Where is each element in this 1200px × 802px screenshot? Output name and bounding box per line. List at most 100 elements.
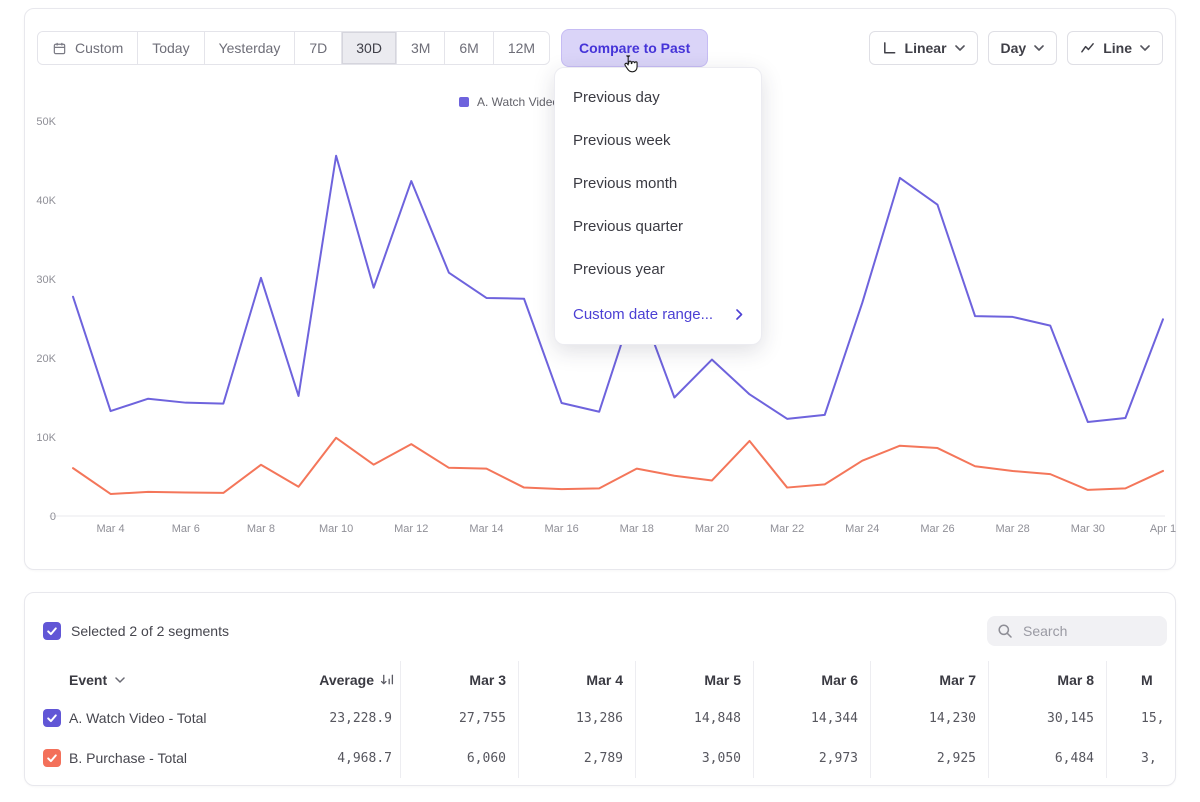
cell-value: 27,755 (401, 698, 519, 738)
column-header-event[interactable]: Event (25, 661, 287, 698)
svg-text:Mar 20: Mar 20 (695, 523, 729, 535)
scale-select[interactable]: Linear (869, 31, 978, 65)
svg-text:Mar 12: Mar 12 (394, 523, 428, 535)
cell-value: 30,145 (989, 698, 1107, 738)
cell-average: 23,228.9 (287, 698, 401, 738)
menu-item-previous-day[interactable]: Previous day (555, 76, 761, 119)
cell-value: 2,925 (871, 738, 989, 778)
chevron-down-icon (1140, 45, 1150, 51)
calendar-icon (52, 41, 67, 56)
search-icon (997, 623, 1013, 639)
column-header-average[interactable]: Average (287, 661, 401, 698)
sort-icon (380, 672, 395, 687)
cell-value: 2,973 (754, 738, 871, 778)
cell-value: 6,484 (989, 738, 1107, 778)
svg-text:Mar 24: Mar 24 (845, 523, 879, 535)
event-header-label: Event (69, 672, 107, 688)
line-chart-icon (1080, 41, 1095, 56)
svg-text:50K: 50K (36, 116, 56, 128)
cell-value: 14,848 (636, 698, 754, 738)
cell-value-partial: 3, (1107, 738, 1176, 778)
cell-average: 4,968.7 (287, 738, 401, 778)
average-header-label: Average (319, 672, 374, 688)
cell-value: 3,050 (636, 738, 754, 778)
svg-text:Mar 26: Mar 26 (920, 523, 954, 535)
segments-card: Selected 2 of 2 segments Event Average M… (24, 592, 1176, 786)
preset-yesterday[interactable]: Yesterday (205, 32, 296, 64)
compare-menu: Previous day Previous week Previous mont… (554, 67, 762, 345)
table-row-purchase: B. Purchase - Total (25, 738, 287, 778)
custom-date-range-label: Custom date range... (573, 306, 713, 323)
svg-text:Mar 30: Mar 30 (1071, 523, 1105, 535)
segment-label: B. Purchase - Total (69, 750, 187, 766)
check-icon (46, 752, 58, 764)
date-range-group: Custom Today Yesterday 7D 30D 3M 6M 12M (37, 31, 550, 65)
preset-7d[interactable]: 7D (295, 32, 342, 64)
cell-value: 14,230 (871, 698, 989, 738)
row-checkbox[interactable] (43, 749, 61, 767)
svg-text:Mar 28: Mar 28 (996, 523, 1030, 535)
column-header-date: Mar 7 (871, 661, 989, 698)
row-checkbox[interactable] (43, 709, 61, 727)
svg-text:Mar 10: Mar 10 (319, 523, 353, 535)
search-input[interactable] (1021, 622, 1157, 640)
cell-value-partial: 15, (1107, 698, 1176, 738)
scale-label: Linear (905, 40, 947, 56)
svg-text:Mar 8: Mar 8 (247, 523, 275, 535)
select-all-checkbox[interactable] (43, 622, 61, 640)
segments-table: Event Average Mar 3 Mar 4 Mar 5 Mar 6 Ma… (25, 661, 1176, 778)
axis-icon (882, 41, 897, 56)
chart-type-label: Line (1103, 40, 1132, 56)
chevron-down-icon (1034, 45, 1044, 51)
cursor-pointer-icon (618, 53, 640, 75)
svg-text:Mar 6: Mar 6 (172, 523, 200, 535)
menu-item-custom-date-range[interactable]: Custom date range... (555, 293, 761, 336)
svg-text:Apr 1: Apr 1 (1150, 523, 1176, 535)
menu-item-previous-week[interactable]: Previous week (555, 119, 761, 162)
svg-text:Mar 22: Mar 22 (770, 523, 804, 535)
column-header-date: Mar 8 (989, 661, 1107, 698)
preset-today[interactable]: Today (138, 32, 204, 64)
chevron-right-icon (736, 309, 743, 320)
chevron-down-icon (955, 45, 965, 51)
chevron-down-icon (115, 677, 125, 683)
interval-label: Day (1001, 40, 1027, 56)
cell-value: 6,060 (401, 738, 519, 778)
custom-range-button[interactable]: Custom (38, 32, 138, 64)
chart-card: Custom Today Yesterday 7D 30D 3M 6M 12M … (24, 8, 1176, 570)
preset-3m[interactable]: 3M (397, 32, 445, 64)
column-header-date: Mar 5 (636, 661, 754, 698)
search-box (987, 616, 1167, 646)
check-icon (46, 712, 58, 724)
svg-text:Mar 18: Mar 18 (620, 523, 654, 535)
menu-item-previous-year[interactable]: Previous year (555, 248, 761, 291)
chart-toolbar: Custom Today Yesterday 7D 30D 3M 6M 12M … (37, 31, 1163, 69)
svg-text:Mar 4: Mar 4 (97, 523, 125, 535)
preset-30d[interactable]: 30D (342, 32, 397, 64)
segment-label: A. Watch Video - Total (69, 710, 206, 726)
cell-value: 14,344 (754, 698, 871, 738)
table-row-watch-video: A. Watch Video - Total (25, 698, 287, 738)
segments-header: Selected 2 of 2 segments (43, 613, 1167, 649)
svg-text:30K: 30K (36, 274, 56, 286)
chart-type-select[interactable]: Line (1067, 31, 1163, 65)
chart-controls: Linear Day Line (869, 31, 1163, 65)
menu-item-previous-month[interactable]: Previous month (555, 162, 761, 205)
svg-text:Mar 14: Mar 14 (469, 523, 503, 535)
menu-item-previous-quarter[interactable]: Previous quarter (555, 205, 761, 248)
svg-text:40K: 40K (36, 195, 56, 207)
column-header-date: Mar 4 (519, 661, 636, 698)
column-header-date: Mar 6 (754, 661, 871, 698)
svg-text:20K: 20K (36, 353, 56, 365)
cell-value: 13,286 (519, 698, 636, 738)
svg-text:Mar 16: Mar 16 (544, 523, 578, 535)
check-icon (46, 625, 58, 637)
selected-count-label: Selected 2 of 2 segments (71, 623, 229, 639)
cell-value: 2,789 (519, 738, 636, 778)
interval-select[interactable]: Day (988, 31, 1058, 65)
column-header-date: Mar 3 (401, 661, 519, 698)
svg-text:0: 0 (50, 511, 56, 523)
preset-6m[interactable]: 6M (445, 32, 493, 64)
preset-12m[interactable]: 12M (494, 32, 549, 64)
svg-text:10K: 10K (36, 432, 56, 444)
